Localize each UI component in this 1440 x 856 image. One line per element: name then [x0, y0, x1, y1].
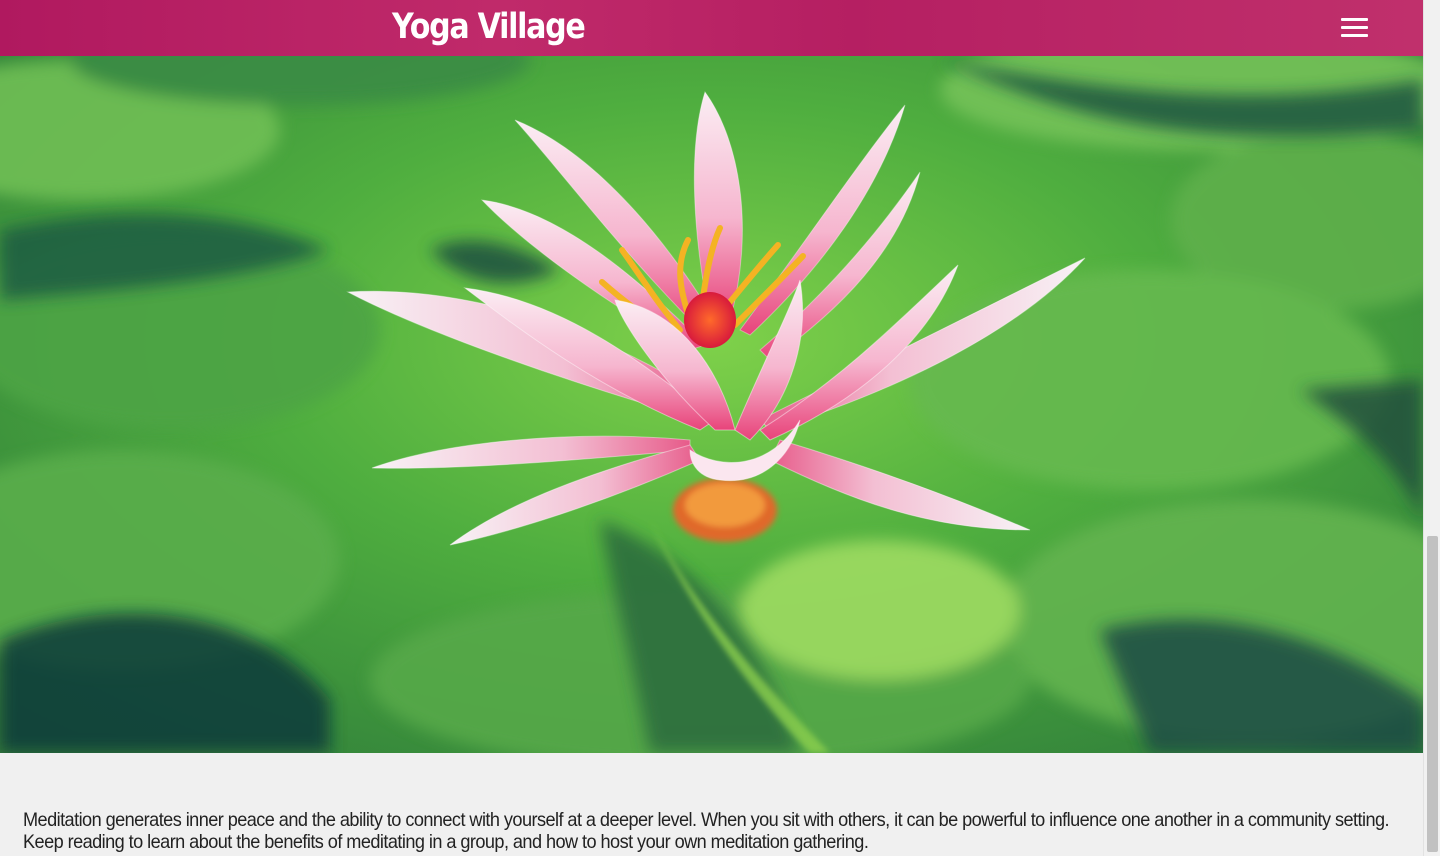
site-title[interactable]: Yoga Village — [392, 4, 586, 50]
scrollbar-thumb[interactable] — [1427, 536, 1438, 852]
vertical-scrollbar[interactable] — [1423, 0, 1440, 856]
hero-image — [0, 0, 1423, 753]
top-navbar: Yoga Village — [0, 0, 1423, 56]
water-lily-illustration — [0, 0, 1423, 753]
intro-paragraph: Meditation generates inner peace and the… — [23, 808, 1390, 853]
menu-bar — [1341, 26, 1368, 29]
page: Yoga Village Meditation generates inner … — [0, 0, 1423, 856]
menu-bar — [1341, 34, 1368, 37]
menu-bar — [1341, 18, 1368, 21]
hamburger-menu-icon[interactable] — [1334, 14, 1374, 42]
